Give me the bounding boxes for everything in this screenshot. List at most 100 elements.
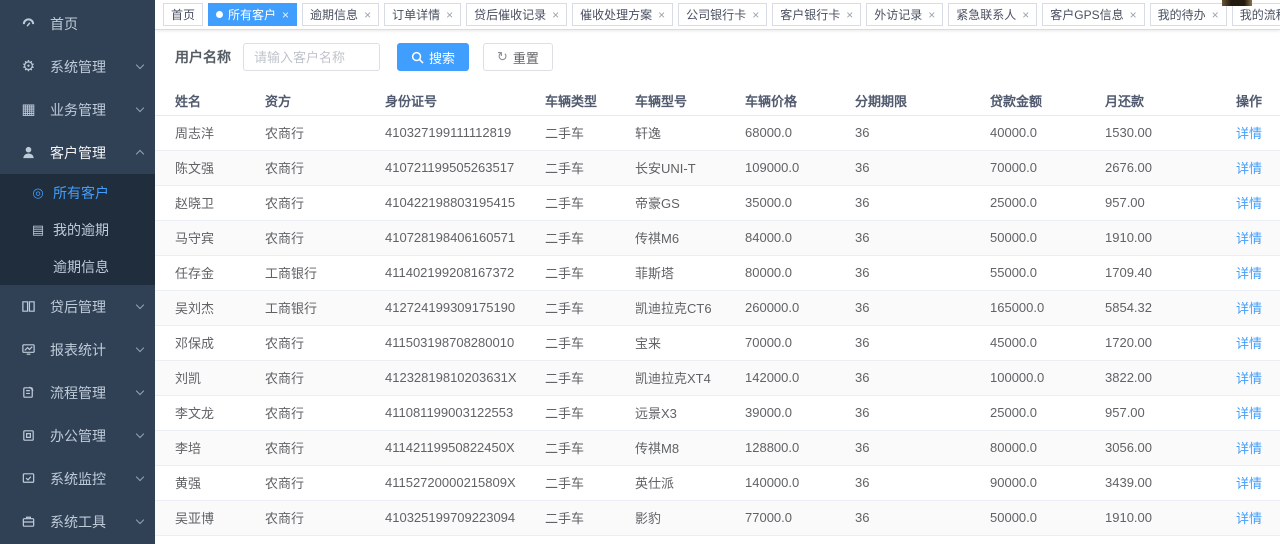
sidebar-item-system[interactable]: ⚙ 系统管理 (0, 45, 155, 88)
close-icon[interactable]: × (1212, 9, 1219, 21)
sidebar-item-monitor[interactable]: 系统监控 (0, 457, 155, 500)
document-icon: ▤ (30, 222, 46, 238)
table-header-row: 姓名 资方 身份证号 车辆类型 车辆型号 车辆价格 分期期限 贷款金额 月还款 … (155, 86, 1280, 115)
cell-vehicle-type: 二手车 (545, 430, 635, 465)
search-button[interactable]: 搜索 (397, 43, 469, 71)
sidebar-item-business[interactable]: ▦ 业务管理 (0, 88, 155, 131)
sidebar-item-label: 贷后管理 (50, 297, 137, 317)
detail-link[interactable]: 详情 (1236, 476, 1262, 491)
sidebar-item-workflow[interactable]: 流程管理 (0, 371, 155, 414)
sidebar-item-office[interactable]: 办公管理 (0, 414, 155, 457)
sidebar-item-tools[interactable]: 系统工具 (0, 500, 155, 543)
tab[interactable]: 紧急联系人 × (948, 3, 1037, 26)
detail-link[interactable]: 详情 (1236, 371, 1262, 386)
tab[interactable]: 订单详情 × (384, 3, 461, 26)
cell-price: 128800.0 (745, 430, 855, 465)
tab[interactable]: 我的流程 × (1232, 3, 1280, 26)
tab-label: 客户银行卡 (780, 6, 840, 23)
cell-capital: 农商行 (265, 535, 385, 544)
close-icon[interactable]: × (446, 9, 453, 21)
tab[interactable]: 客户银行卡 × (772, 3, 861, 26)
sidebar-item-label: 逾期信息 (53, 257, 109, 277)
customer-name-input[interactable] (243, 43, 380, 71)
close-icon[interactable]: × (1022, 9, 1029, 21)
cell-loan (990, 535, 1105, 544)
cell-vehicle-type: 二手车 (545, 150, 635, 185)
reset-button[interactable]: ↻ 重置 (483, 43, 553, 71)
tab-label: 所有客户 (228, 6, 276, 23)
sidebar-item-my-overdue[interactable]: ▤ 我的逾期 (0, 211, 155, 248)
chevron-down-icon (136, 387, 144, 395)
detail-link[interactable]: 详情 (1236, 161, 1262, 176)
cell-price: 109000.0 (745, 150, 855, 185)
cell-name: 李培 (155, 430, 265, 465)
detail-link[interactable]: 详情 (1236, 196, 1262, 211)
tab[interactable]: 外访记录 × (866, 3, 943, 26)
sidebar-item-all-customers[interactable]: ◎ 所有客户 (0, 174, 155, 211)
close-icon[interactable]: × (282, 9, 289, 21)
tab[interactable]: 客户GPS信息 × (1042, 3, 1144, 26)
tab[interactable]: 我的待办 × (1150, 3, 1227, 26)
cell-id (385, 535, 545, 544)
cell-id: 410327199111112819 (385, 115, 545, 150)
cell-id: 410325199709223094 (385, 500, 545, 535)
sidebar-item-label: 首页 (50, 14, 143, 34)
cell-id: 410721199505263517 (385, 150, 545, 185)
tab[interactable]: 首页 × (163, 3, 203, 26)
detail-link[interactable]: 详情 (1236, 266, 1262, 281)
cell-vehicle-type: 二手车 (545, 185, 635, 220)
cell-capital: 农商行 (265, 325, 385, 360)
detail-link[interactable]: 详情 (1236, 126, 1262, 141)
cell-monthly: 1709.40 (1105, 255, 1210, 290)
cell-monthly: 1910.00 (1105, 220, 1210, 255)
users-circle-icon: ◎ (30, 185, 46, 201)
close-icon[interactable]: × (552, 9, 559, 21)
search-icon (411, 51, 424, 64)
cell-name: 李文龙 (155, 395, 265, 430)
cell-vehicle-model: 轩逸 (635, 115, 745, 150)
cell-loan: 50000.0 (990, 500, 1105, 535)
detail-link[interactable]: 详情 (1236, 406, 1262, 421)
close-icon[interactable]: × (928, 9, 935, 21)
detail-link[interactable]: 详情 (1236, 511, 1262, 526)
cell-loan: 165000.0 (990, 290, 1105, 325)
cell-name (155, 535, 265, 544)
tab[interactable]: 催收处理方案 × (572, 3, 673, 26)
cell-price (745, 535, 855, 544)
detail-link[interactable]: 详情 (1236, 301, 1262, 316)
table-row: 赵晓卫 农商行 410422198803195415 二手车 帝豪GS 3500… (155, 185, 1280, 220)
sidebar-item-postloan[interactable]: 贷后管理 (0, 285, 155, 328)
close-icon[interactable]: × (658, 9, 665, 21)
close-icon[interactable]: × (752, 9, 759, 21)
table-row: 农商行 二手车 (155, 535, 1280, 544)
tab-label: 催收处理方案 (580, 6, 652, 23)
close-icon[interactable]: × (1130, 9, 1137, 21)
sidebar-item-reports[interactable]: 报表统计 (0, 328, 155, 371)
cell-vehicle-model: 英仕派 (635, 465, 745, 500)
cell-price: 39000.0 (745, 395, 855, 430)
close-icon[interactable]: × (364, 9, 371, 21)
detail-link[interactable]: 详情 (1236, 441, 1262, 456)
cell-monthly: 957.00 (1105, 185, 1210, 220)
cell-vehicle-model: 远景X3 (635, 395, 745, 430)
sidebar-item-home[interactable]: 首页 (0, 2, 155, 45)
tab[interactable]: 所有客户 × (208, 3, 297, 26)
cell-vehicle-model: 宝来 (635, 325, 745, 360)
detail-link[interactable]: 详情 (1236, 336, 1262, 351)
detail-link[interactable]: 详情 (1236, 231, 1262, 246)
sidebar-item-label: 系统管理 (50, 57, 137, 77)
tab[interactable]: 贷后催收记录 × (466, 3, 567, 26)
cell-vehicle-model: 凯迪拉克CT6 (635, 290, 745, 325)
tab-bar: 首页 × 所有客户 × 逾期信息 × 订单详情 × 贷后催收记录 × 催收处理方 (155, 0, 1280, 30)
table-row: 黄强 农商行 41152720000215809X 二手车 英仕派 140000… (155, 465, 1280, 500)
cell-id: 41152720000215809X (385, 465, 545, 500)
tab[interactable]: 逾期信息 × (302, 3, 379, 26)
content-panel: 用户名称 搜索 ↻ 重置 姓名 资方 身份证号 车辆类型 (155, 30, 1280, 544)
sidebar-item-overdue-info[interactable]: 逾期信息 (0, 248, 155, 285)
cell-vehicle-model: 长安UNI-T (635, 150, 745, 185)
close-icon[interactable]: × (846, 9, 853, 21)
col-header-vehicle-model: 车辆型号 (635, 86, 745, 115)
sidebar-item-customer[interactable]: 客户管理 (0, 131, 155, 174)
tab-label: 客户GPS信息 (1050, 6, 1123, 23)
tab[interactable]: 公司银行卡 × (678, 3, 767, 26)
